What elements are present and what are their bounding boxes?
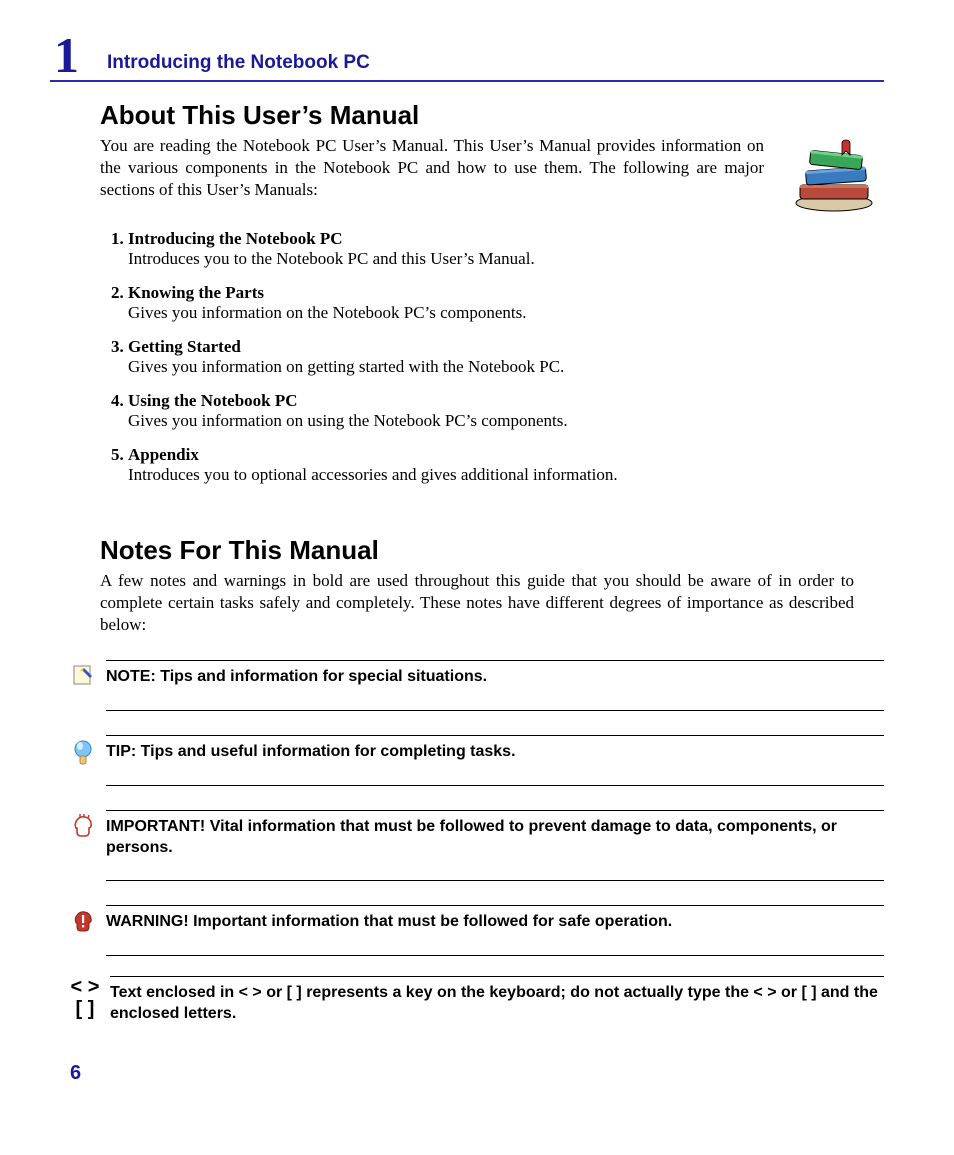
manual-page: 1 Introducing the Notebook PC About This… xyxy=(0,0,954,1155)
list-item-title: Getting Started xyxy=(128,337,241,356)
important-icon xyxy=(70,814,96,845)
list-item: Appendix Introduces you to optional acce… xyxy=(128,445,884,485)
list-item: Knowing the Parts Gives you information … xyxy=(128,283,884,323)
list-item: Using the Notebook PC Gives you informat… xyxy=(128,391,884,431)
notes-intro: A few notes and warnings in bold are use… xyxy=(100,570,854,636)
note-row-warning: WARNING! Important information that must… xyxy=(70,905,884,956)
list-item-desc: Gives you information on using the Noteb… xyxy=(128,411,884,431)
about-heading: About This User’s Manual xyxy=(100,100,884,131)
about-intro-block: You are reading the Notebook PC User’s M… xyxy=(100,135,884,215)
about-section-list: Introducing the Notebook PC Introduces y… xyxy=(100,229,884,485)
page-number: 6 xyxy=(70,1062,81,1085)
list-item-desc: Introduces you to optional accessories a… xyxy=(128,465,884,485)
note-text: WARNING! Important information that must… xyxy=(106,905,884,956)
note-row-tip: TIP: Tips and useful information for com… xyxy=(70,735,884,786)
chapter-number: 1 xyxy=(54,30,79,80)
warning-icon xyxy=(70,909,96,940)
note-icon xyxy=(70,664,96,691)
list-item-desc: Introduces you to the Notebook PC and th… xyxy=(128,249,884,269)
list-item-title: Knowing the Parts xyxy=(128,283,264,302)
notes-heading: Notes For This Manual xyxy=(100,535,884,566)
chapter-title: Introducing the Notebook PC xyxy=(107,52,370,74)
key-brackets-icon: < > [ ] xyxy=(70,976,100,1020)
list-item-title: Introducing the Notebook PC xyxy=(128,229,343,248)
square-brackets-symbol: [ ] xyxy=(70,998,100,1020)
list-item-title: Appendix xyxy=(128,445,199,464)
note-text: TIP: Tips and useful information for com… xyxy=(106,735,884,786)
note-text: IMPORTANT! Vital information that must b… xyxy=(106,810,884,882)
list-item: Introducing the Notebook PC Introduces y… xyxy=(128,229,884,269)
list-item: Getting Started Gives you information on… xyxy=(128,337,884,377)
note-row-note: NOTE: Tips and information for special s… xyxy=(70,660,884,711)
about-intro-text: You are reading the Notebook PC User’s M… xyxy=(100,135,764,201)
note-row-important: IMPORTANT! Vital information that must b… xyxy=(70,810,884,882)
chapter-header: 1 Introducing the Notebook PC xyxy=(50,30,884,82)
list-item-desc: Gives you information on getting started… xyxy=(128,357,884,377)
list-item-desc: Gives you information on the Notebook PC… xyxy=(128,303,884,323)
angle-brackets-symbol: < > xyxy=(70,976,100,998)
books-icon xyxy=(784,135,884,215)
note-text: Text enclosed in < > or [ ] represents a… xyxy=(110,976,884,1029)
note-text: NOTE: Tips and information for special s… xyxy=(106,660,884,711)
note-row-keys: < > [ ] Text enclosed in < > or [ ] repr… xyxy=(70,976,884,1029)
tip-icon xyxy=(70,739,96,774)
list-item-title: Using the Notebook PC xyxy=(128,391,298,410)
